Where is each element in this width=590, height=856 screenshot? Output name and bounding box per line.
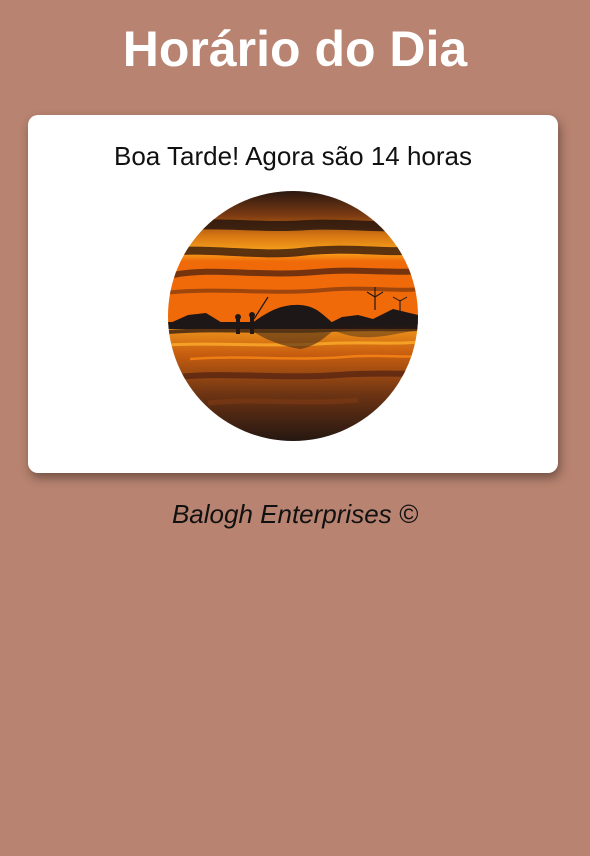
sky [168,191,418,324]
sunset-image [168,191,418,441]
page: Horário do Dia Boa Tarde! Agora são 14 h… [0,0,590,856]
time-card: Boa Tarde! Agora são 14 horas [28,115,558,473]
page-title: Horário do Dia [122,21,468,77]
sunset-illustration [168,191,418,441]
greeting-text: Boa Tarde! Agora são 14 horas [114,141,472,171]
footer-copyright: Balogh Enterprises © [171,499,419,529]
